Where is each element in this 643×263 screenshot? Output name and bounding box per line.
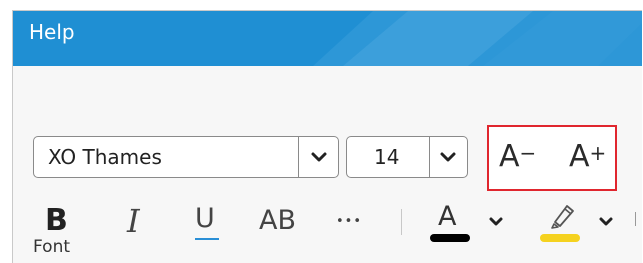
ribbon-tab-bar: Help (13, 11, 642, 66)
font-group-label: Font (33, 237, 71, 257)
toolbar-divider (635, 212, 636, 226)
font-size-dropdown[interactable]: 14 (346, 136, 468, 178)
underline-button[interactable]: U (195, 202, 221, 242)
highlight-color-swatch (540, 234, 580, 242)
chevron-down-icon[interactable] (598, 214, 614, 230)
app-window: Help XO Thames 14 A− A+ B I U AB ••• A F… (12, 10, 642, 263)
chevron-down-icon[interactable] (310, 148, 328, 166)
highlight-color-button[interactable] (540, 198, 584, 244)
chevron-down-icon[interactable] (488, 214, 504, 230)
increase-font-size-button[interactable]: A+ (569, 140, 606, 176)
more-icon: ••• (336, 214, 363, 229)
decrease-font-size-button[interactable]: A− (499, 140, 536, 176)
italic-button[interactable]: I (127, 204, 155, 238)
increase-font-size-sign: + (589, 141, 607, 165)
more-button[interactable]: ••• (336, 212, 368, 232)
font-color-icon: A (438, 201, 457, 232)
font-size-value: 14 (374, 145, 400, 169)
strikethrough-icon: AB (259, 205, 296, 236)
decrease-font-size-letter: A (499, 139, 520, 174)
font-color-swatch (430, 234, 470, 242)
toolbar-divider (401, 209, 402, 235)
increase-font-size-letter: A (569, 139, 590, 174)
bold-button[interactable]: B (45, 204, 75, 238)
titlebar-decoration (313, 11, 642, 66)
chevron-down-icon[interactable] (439, 148, 457, 166)
dropdown-separator (429, 137, 430, 177)
strikethrough-button[interactable]: AB (259, 204, 305, 238)
underline-icon: U (195, 203, 215, 234)
ribbon-panel: XO Thames 14 A− A+ B I U AB ••• A Font (13, 66, 642, 263)
font-family-dropdown[interactable]: XO Thames (33, 136, 339, 178)
underline-accent (195, 238, 219, 240)
dropdown-separator (298, 137, 299, 177)
bold-icon: B (45, 203, 68, 238)
highlighter-icon (551, 205, 574, 229)
decrease-font-size-sign: − (519, 141, 537, 165)
italic-icon: I (127, 202, 140, 240)
font-color-button[interactable]: A (430, 200, 474, 244)
font-family-value: XO Thames (48, 145, 162, 169)
tab-help[interactable]: Help (29, 20, 75, 44)
